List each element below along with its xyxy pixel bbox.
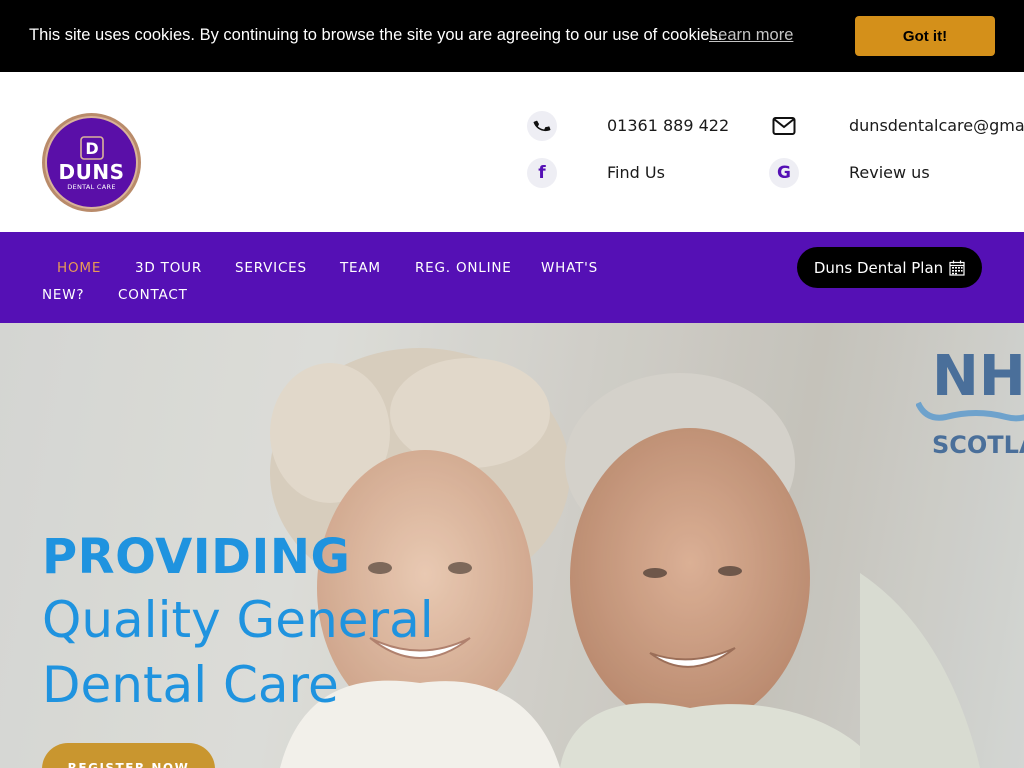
hero-subtitle-line1: Quality General [42,591,434,649]
mail-icon[interactable] [769,111,799,141]
cookie-message: This site uses cookies. By continuing to… [29,26,723,44]
review-us-link[interactable]: Review us [849,163,930,182]
phone-icon[interactable] [527,111,557,141]
svg-text:NHS: NHS [932,344,1024,409]
svg-text:D: D [85,139,98,158]
nav-item-home[interactable]: HOME [57,260,101,276]
nav-item-team[interactable]: TEAM [340,260,381,276]
dental-plan-button[interactable]: Duns Dental Plan [797,247,982,288]
logo-badge: D DUNS DENTAL CARE [45,116,138,209]
nav-item-contact[interactable]: CONTACT [118,287,188,303]
site-logo[interactable]: D DUNS DENTAL CARE [42,113,141,212]
learn-more-link[interactable]: Learn more [709,26,793,45]
nav-item-new[interactable]: NEW? [42,287,84,303]
google-icon[interactable]: G [769,158,799,188]
cookie-accept-button[interactable]: Got it! [855,16,995,56]
nav-item-3d-tour[interactable]: 3D TOUR [135,260,202,276]
phone-number[interactable]: 01361 889 422 [607,116,729,135]
logo-name: DUNS [58,159,125,184]
register-now-button[interactable]: REGISTER NOW [42,743,215,768]
logo-subtitle: DENTAL CARE [67,182,116,191]
logo-mark-icon: D [79,135,104,160]
cookie-bar: This site uses cookies. By continuing to… [0,0,1024,72]
facebook-icon[interactable]: f [527,158,557,188]
hero-title: PROVIDING [42,529,351,585]
email-address[interactable]: dunsdentalcare@gmail.com [849,116,1024,135]
dental-plan-label: Duns Dental Plan [813,258,944,277]
nav-item-reg-online[interactable]: REG. ONLINE [415,260,512,276]
nhs-scotland-logo: NHS SCOTLAND [916,344,1024,459]
find-us-link[interactable]: Find Us [607,163,665,182]
svg-text:SCOTLAND: SCOTLAND [932,431,1024,459]
site-header: D DUNS DENTAL CARE 01361 889 422 dunsden… [0,72,1024,232]
nav-item-services[interactable]: SERVICES [235,260,307,276]
main-navigation: HOME 3D TOUR SERVICES TEAM REG. ONLINE W… [0,232,1024,323]
hero-banner: NHS SCOTLAND PROVIDING Quality General D… [0,323,1024,768]
calendar-icon [949,260,965,276]
nav-item-whats[interactable]: WHAT'S [541,260,598,276]
hero-subtitle-line2: Dental Care [42,656,339,714]
